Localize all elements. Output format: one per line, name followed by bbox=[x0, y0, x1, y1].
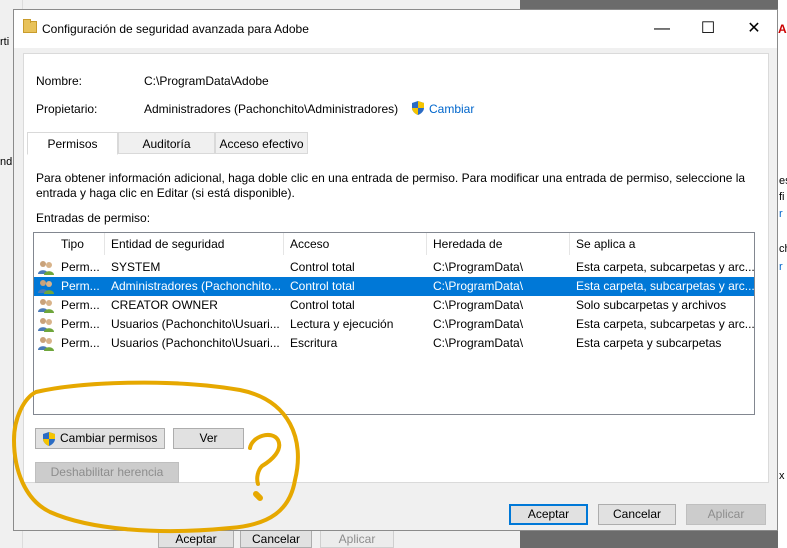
handdrawn-annotation bbox=[12, 380, 300, 534]
